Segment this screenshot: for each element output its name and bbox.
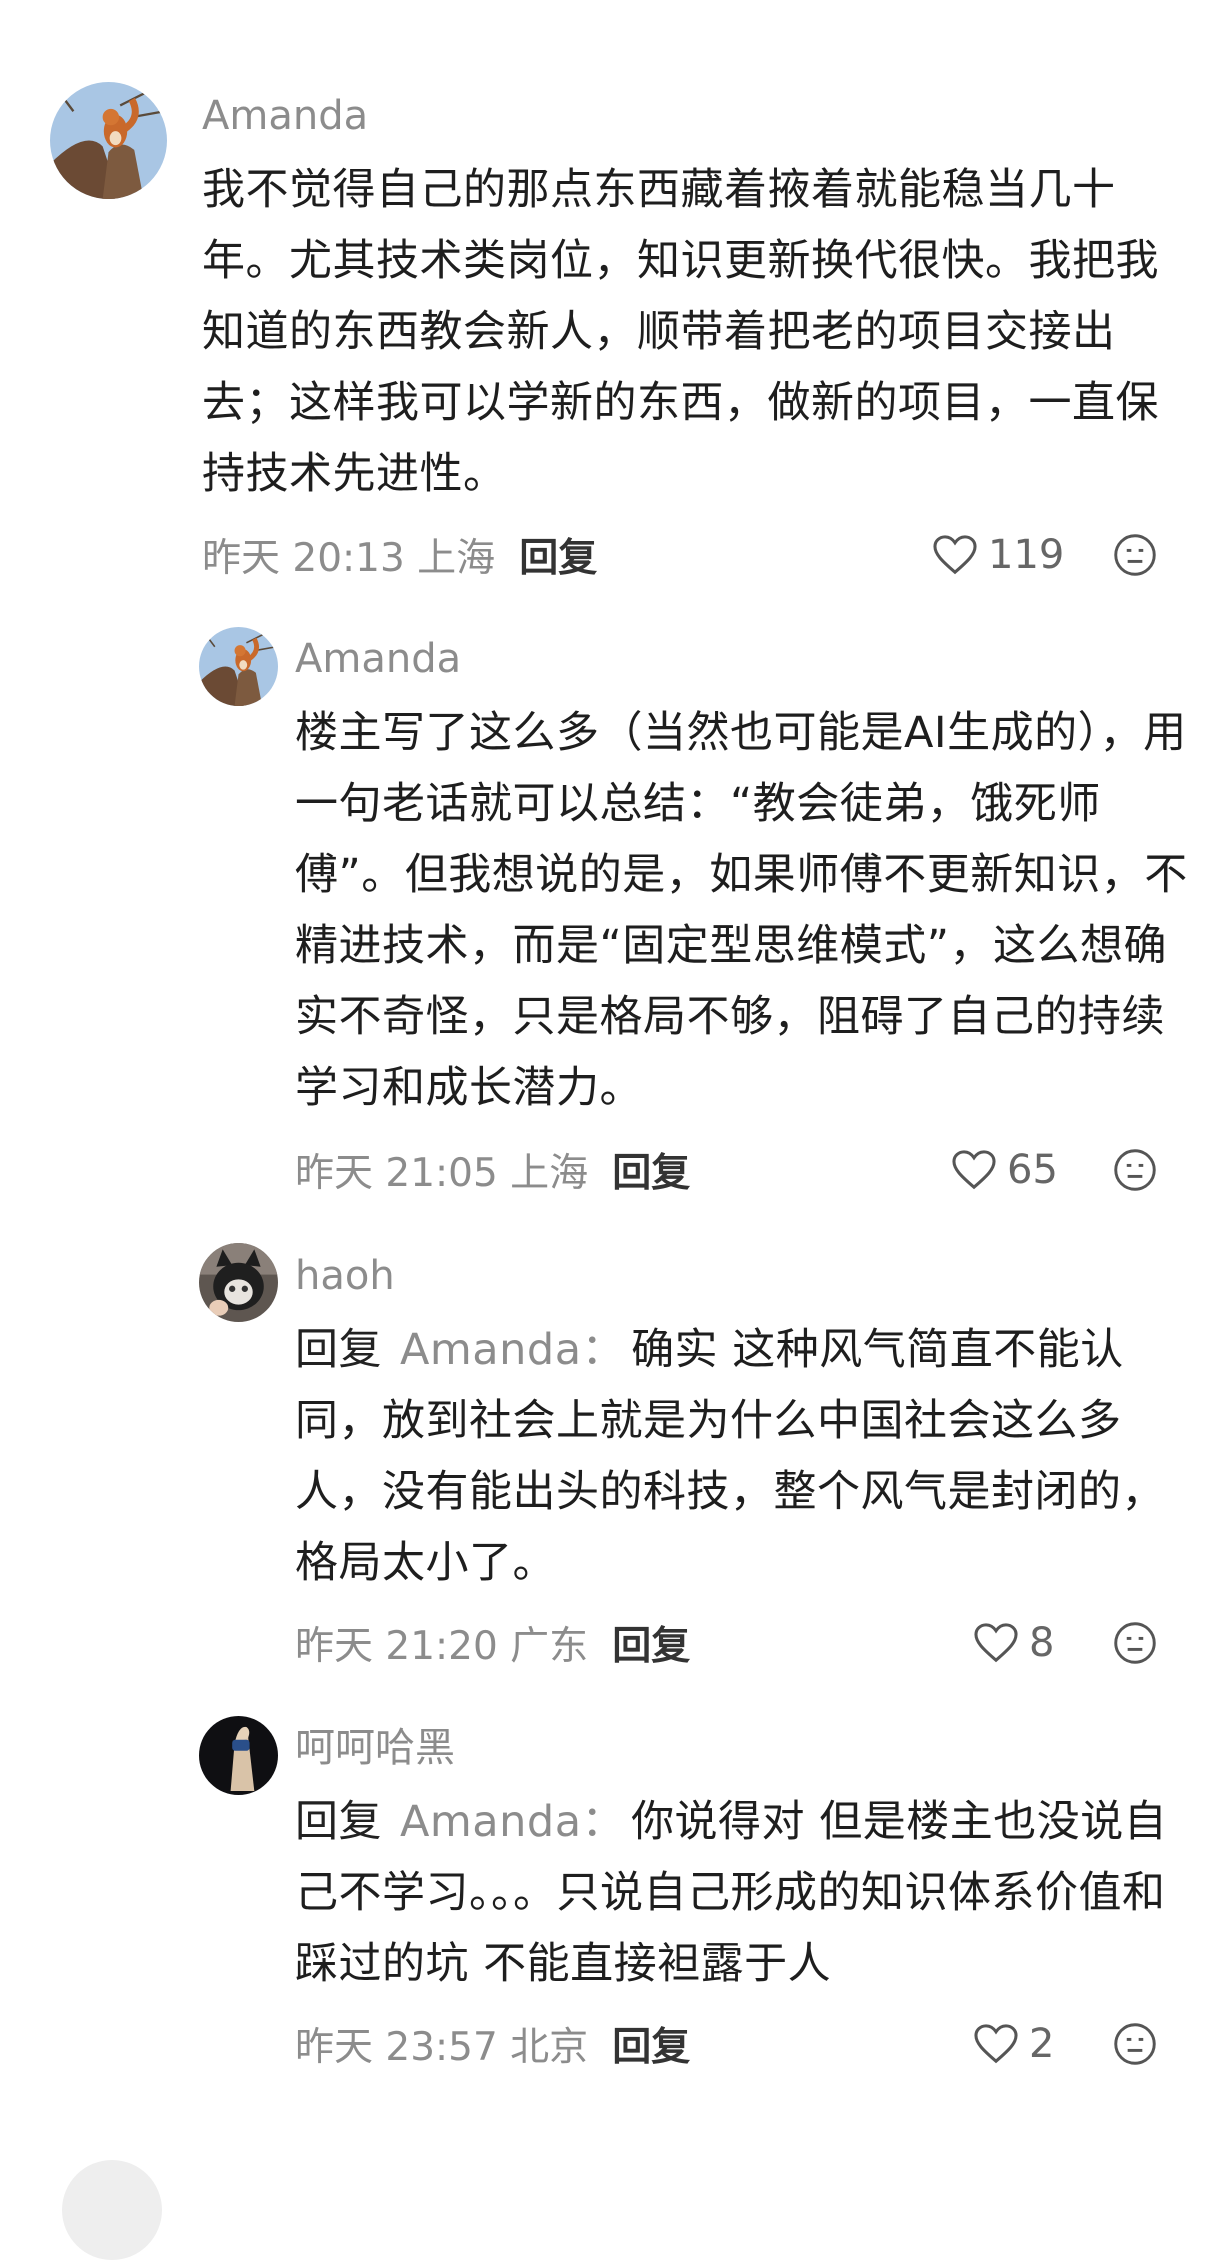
emoji-reaction-button[interactable] [1113, 1621, 1157, 1665]
comment-author[interactable]: haoh [295, 1252, 395, 1300]
emoji-reaction-button[interactable] [1113, 2022, 1157, 2066]
heart-icon [952, 1150, 996, 1190]
reply-prefix: 回复 [295, 1325, 382, 1375]
comment-meta: 昨天 23:57 北京 回复 [295, 2014, 690, 2074]
comment-text: 我不觉得自己的那点东西藏着掖着就能稳当几十年。尤其技术类岗位，知识更新换代很快。… [202, 165, 1159, 499]
emoji-icon [1114, 2023, 1156, 2065]
squirrel-avatar-icon [199, 627, 278, 706]
like-button[interactable]: 65 [951, 1140, 1058, 1200]
reply-button[interactable]: 回复 [519, 527, 597, 583]
emoji-icon [1114, 534, 1156, 576]
reply-button[interactable]: 回复 [612, 2016, 690, 2072]
like-button[interactable]: 2 [973, 2014, 1054, 2074]
comment-text: 回复 Amanda： 你说得对 但是楼主也没说自己不学习。。。只说自己形成的知识体系… [295, 1787, 1195, 2000]
comment-time: 昨天 23:57 北京 [295, 2025, 589, 2070]
comment-meta: 昨天 21:20 广东 回复 [295, 1613, 690, 1673]
squirrel-avatar-icon [50, 82, 167, 199]
avatar[interactable] [50, 82, 167, 199]
avatar[interactable] [199, 1243, 278, 1322]
like-count: 65 [1007, 1147, 1058, 1193]
like-button[interactable]: 8 [973, 1613, 1054, 1673]
comment-author[interactable]: Amanda [295, 635, 461, 683]
heart-icon [974, 1623, 1018, 1663]
comment-time: 昨天 21:20 广东 [295, 1624, 589, 1669]
avatar[interactable] [62, 2160, 162, 2260]
reply-button[interactable]: 回复 [612, 1615, 690, 1671]
like-button[interactable]: 119 [932, 525, 1064, 585]
reply-prefix: 回复 [295, 1797, 382, 1847]
comment-author[interactable]: Amanda [202, 92, 368, 140]
emoji-reaction-button[interactable] [1113, 1148, 1157, 1192]
like-count: 2 [1029, 2021, 1055, 2067]
cat-mask-avatar-icon [199, 1243, 278, 1322]
comment-author[interactable]: 呵呵哈黑 [295, 1724, 455, 1772]
reply-button[interactable]: 回复 [612, 1142, 690, 1198]
avatar[interactable] [199, 1716, 278, 1795]
heart-icon [974, 2024, 1018, 2064]
heart-icon [933, 535, 977, 575]
comment-time: 昨天 20:13 上海 [202, 536, 496, 581]
comment-meta: 昨天 20:13 上海 回复 [202, 525, 597, 585]
avatar[interactable] [199, 627, 278, 706]
emoji-icon [1114, 1622, 1156, 1664]
like-count: 119 [988, 532, 1065, 578]
comment-meta: 昨天 21:05 上海 回复 [295, 1140, 690, 1200]
emoji-icon [1114, 1149, 1156, 1191]
comment-text: 楼主写了这么多（当然也可能是AI生成的），用一句老话就可以总结：“教会徒弟，饿死… [295, 708, 1188, 1113]
reply-target-user[interactable]: Amanda： [400, 1325, 625, 1375]
comment-text: 回复 Amanda： 确实 这种风气简直不能认同，放到社会上就是为什么中国社会这么多… [295, 1315, 1195, 1599]
comment-time: 昨天 21:05 上海 [295, 1151, 589, 1196]
reply-target-user[interactable]: Amanda： [400, 1797, 625, 1847]
hand-avatar-icon [199, 1716, 278, 1795]
emoji-reaction-button[interactable] [1113, 533, 1157, 577]
like-count: 8 [1029, 1620, 1055, 1666]
